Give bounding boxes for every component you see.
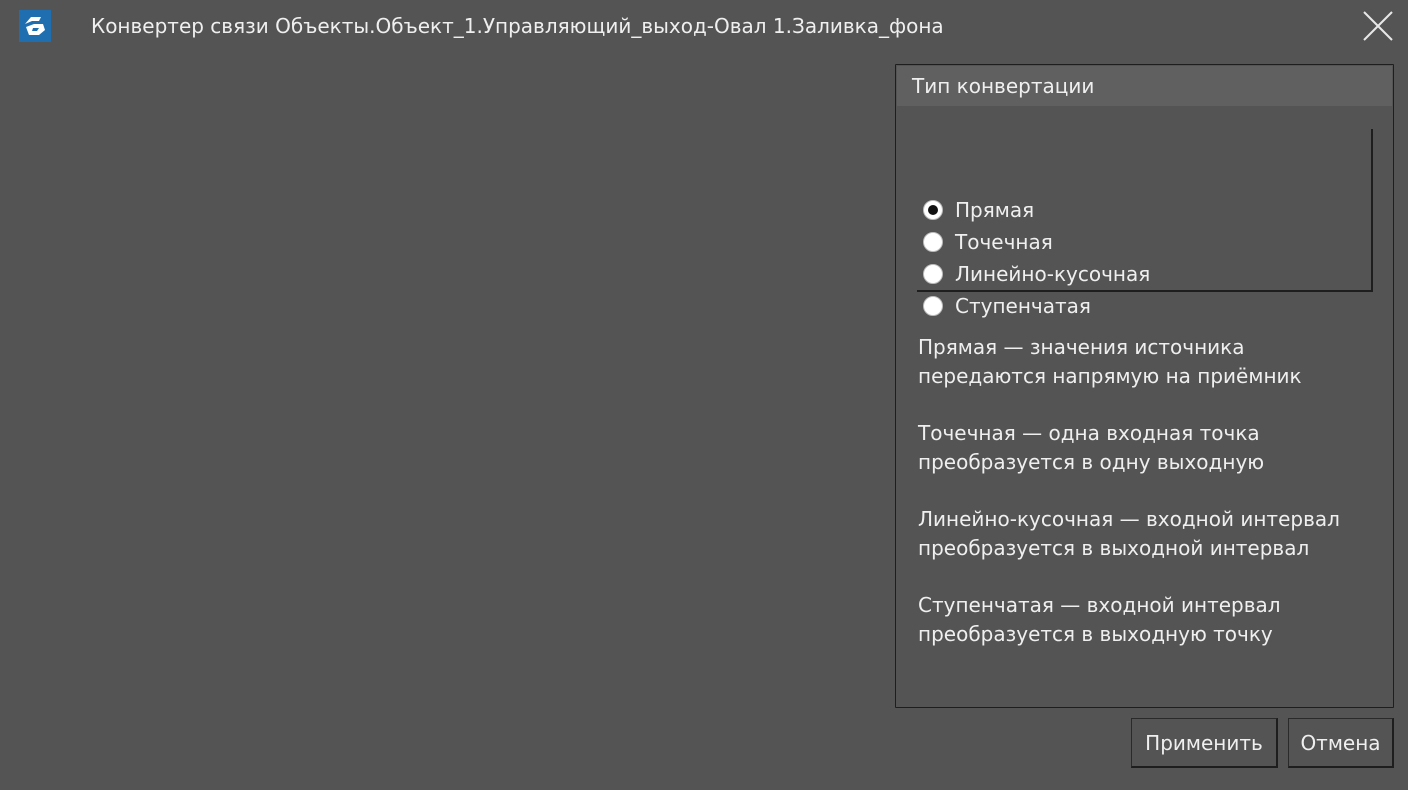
description-line: Точечная — одна входная точка <box>918 421 1260 445</box>
description-line: преобразуется в выходной интервал <box>918 536 1310 560</box>
radio-button-checked[interactable] <box>923 200 943 220</box>
radio-piecewise-linear[interactable]: Линейно-кусочная <box>923 258 1150 290</box>
description-line: Ступенчатая — входной интервал <box>918 593 1281 617</box>
radio-button[interactable] <box>923 264 943 284</box>
description-line: Линейно-кусочная — входной интервал <box>918 507 1340 531</box>
radio-point[interactable]: Точечная <box>923 226 1053 258</box>
description-point: Точечная — одна входная точка преобразуе… <box>918 419 1383 477</box>
description-direct: Прямая — значения источника передаются н… <box>918 333 1383 391</box>
description-line: преобразуется в одну выходную <box>918 450 1265 474</box>
description-line: передаются напрямую на приёмник <box>918 364 1302 388</box>
description-line: преобразуется в выходную точку <box>918 622 1273 646</box>
conversion-type-panel: Тип конвертации Прямая Точечная Линейно-… <box>895 64 1394 708</box>
radio-step[interactable]: Ступенчатая <box>923 290 1091 322</box>
radio-label: Ступенчатая <box>955 294 1091 318</box>
radio-label: Линейно-кусочная <box>955 262 1151 286</box>
window-title: Конвертер связи Объекты.Объект_1.Управля… <box>91 14 944 38</box>
cancel-button[interactable]: Отмена <box>1288 718 1394 768</box>
description-line: Прямая — значения источника <box>918 335 1245 359</box>
apply-button[interactable]: Применить <box>1131 718 1278 768</box>
app-logo-icon <box>19 10 51 42</box>
radio-direct[interactable]: Прямая <box>923 194 1034 226</box>
description-piecewise-linear: Линейно-кусочная — входной интервал прео… <box>918 505 1383 563</box>
conversion-descriptions: Прямая — значения источника передаются н… <box>918 333 1383 677</box>
radio-label: Точечная <box>955 230 1053 254</box>
radio-button[interactable] <box>923 296 943 316</box>
close-icon <box>1363 11 1393 41</box>
description-step: Ступенчатая — входной интервал преобразу… <box>918 591 1383 649</box>
radio-button[interactable] <box>923 232 943 252</box>
close-button[interactable] <box>1358 6 1398 46</box>
panel-title: Тип конвертации <box>912 74 1095 98</box>
panel-header: Тип конвертации <box>897 66 1392 106</box>
radio-label: Прямая <box>955 198 1035 222</box>
title-bar: Конвертер связи Объекты.Объект_1.Управля… <box>0 0 1408 52</box>
conversion-type-radio-group: Прямая Точечная Линейно-кусочная Ступенч… <box>917 129 1373 318</box>
